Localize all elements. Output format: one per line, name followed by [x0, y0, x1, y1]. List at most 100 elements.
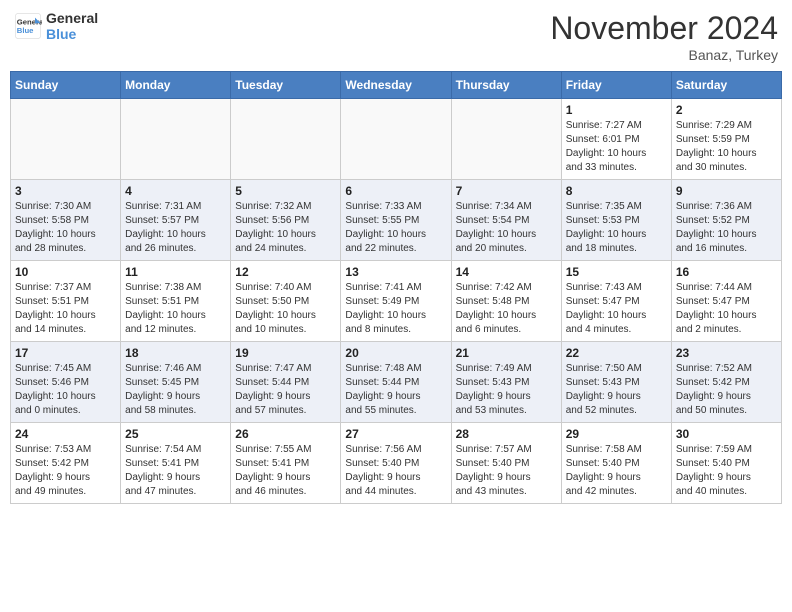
day-number: 6	[345, 184, 446, 198]
day-number: 18	[125, 346, 226, 360]
calendar-cell: 1 Sunrise: 7:27 AM Sunset: 6:01 PM Daylig…	[561, 99, 671, 180]
logo: General Blue General Blue	[14, 10, 98, 42]
day-info: Sunrise: 7:46 AM Sunset: 5:45 PM Dayligh…	[125, 362, 226, 418]
day-number: 15	[566, 265, 667, 279]
calendar-cell: 21 Sunrise: 7:49 AM Sunset: 5:43 PM Dayli…	[451, 342, 561, 423]
day-info: Sunrise: 7:31 AM Sunset: 5:57 PM Dayligh…	[125, 200, 226, 256]
calendar-cell: 28Sunrise: 7:57 AM Sunset: 5:40 PM Dayli…	[451, 423, 561, 504]
calendar-week-row: 10Sunrise: 7:37 AM Sunset: 5:51 PM Dayli…	[11, 261, 782, 342]
day-number: 21	[456, 346, 557, 360]
day-info: Sunrise: 7:41 AM Sunset: 5:49 PM Dayligh…	[345, 281, 446, 337]
day-info: Sunrise: 7:43 AM Sunset: 5:47 PM Dayligh…	[566, 281, 667, 337]
day-number: 29	[566, 427, 667, 441]
day-number: 8	[566, 184, 667, 198]
calendar-cell: 23Sunrise: 7:52 AM Sunset: 5:42 PM Dayli…	[671, 342, 781, 423]
day-info: Sunrise: 7:32 AM Sunset: 5:56 PM Dayligh…	[235, 200, 336, 256]
day-info: Sunrise: 7:52 AM Sunset: 5:42 PM Dayligh…	[676, 362, 777, 418]
day-number: 14	[456, 265, 557, 279]
calendar-cell	[231, 99, 341, 180]
day-number: 17	[15, 346, 116, 360]
day-info: Sunrise: 7:27 AM Sunset: 6:01 PM Dayligh…	[566, 119, 667, 175]
calendar-cell: 30 Sunrise: 7:59 AM Sunset: 5:40 PM Dayli…	[671, 423, 781, 504]
day-info: Sunrise: 7:29 AM Sunset: 5:59 PM Dayligh…	[676, 119, 777, 175]
day-info: Sunrise: 7:33 AM Sunset: 5:55 PM Dayligh…	[345, 200, 446, 256]
calendar-cell: 24 Sunrise: 7:53 AM Sunset: 5:42 PM Dayli…	[11, 423, 121, 504]
calendar-cell: 11 Sunrise: 7:38 AM Sunset: 5:51 PM Dayli…	[121, 261, 231, 342]
day-info: Sunrise: 7:37 AM Sunset: 5:51 PM Dayligh…	[15, 281, 116, 337]
day-info: Sunrise: 7:45 AM Sunset: 5:46 PM Dayligh…	[15, 362, 116, 418]
calendar-cell	[341, 99, 451, 180]
calendar-cell	[11, 99, 121, 180]
calendar-cell: 27 Sunrise: 7:56 AM Sunset: 5:40 PM Dayli…	[341, 423, 451, 504]
day-info: Sunrise: 7:53 AM Sunset: 5:42 PM Dayligh…	[15, 443, 116, 499]
day-info: Sunrise: 7:42 AM Sunset: 5:48 PM Dayligh…	[456, 281, 557, 337]
day-number: 11	[125, 265, 226, 279]
calendar-cell: 29 Sunrise: 7:58 AM Sunset: 5:40 PM Dayli…	[561, 423, 671, 504]
calendar-cell: 18 Sunrise: 7:46 AM Sunset: 5:45 PM Dayli…	[121, 342, 231, 423]
logo-icon: General Blue	[14, 12, 42, 40]
calendar-cell: 5 Sunrise: 7:32 AM Sunset: 5:56 PM Daylig…	[231, 180, 341, 261]
day-info: Sunrise: 7:59 AM Sunset: 5:40 PM Dayligh…	[676, 443, 777, 499]
title-block: November 2024 Banaz, Turkey	[550, 10, 778, 63]
location: Banaz, Turkey	[550, 47, 778, 63]
weekday-header: Thursday	[451, 72, 561, 99]
day-number: 20	[345, 346, 446, 360]
calendar-cell: 9Sunrise: 7:36 AM Sunset: 5:52 PM Daylig…	[671, 180, 781, 261]
day-number: 3	[15, 184, 116, 198]
calendar-cell: 17 Sunrise: 7:45 AM Sunset: 5:46 PM Dayli…	[11, 342, 121, 423]
page-header: General Blue General Blue November 2024 …	[10, 10, 782, 63]
day-info: Sunrise: 7:34 AM Sunset: 5:54 PM Dayligh…	[456, 200, 557, 256]
day-number: 16	[676, 265, 777, 279]
day-info: Sunrise: 7:30 AM Sunset: 5:58 PM Dayligh…	[15, 200, 116, 256]
day-info: Sunrise: 7:38 AM Sunset: 5:51 PM Dayligh…	[125, 281, 226, 337]
calendar-cell: 20Sunrise: 7:48 AM Sunset: 5:44 PM Dayli…	[341, 342, 451, 423]
weekday-header: Monday	[121, 72, 231, 99]
day-number: 30	[676, 427, 777, 441]
day-number: 19	[235, 346, 336, 360]
calendar-cell: 22 Sunrise: 7:50 AM Sunset: 5:43 PM Dayli…	[561, 342, 671, 423]
weekday-header: Saturday	[671, 72, 781, 99]
calendar-cell: 15 Sunrise: 7:43 AM Sunset: 5:47 PM Dayli…	[561, 261, 671, 342]
day-number: 24	[15, 427, 116, 441]
day-info: Sunrise: 7:50 AM Sunset: 5:43 PM Dayligh…	[566, 362, 667, 418]
calendar-week-row: 24 Sunrise: 7:53 AM Sunset: 5:42 PM Dayli…	[11, 423, 782, 504]
calendar-cell	[451, 99, 561, 180]
month-title: November 2024	[550, 10, 778, 47]
calendar-cell: 6 Sunrise: 7:33 AM Sunset: 5:55 PM Daylig…	[341, 180, 451, 261]
day-number: 28	[456, 427, 557, 441]
calendar-cell: 13 Sunrise: 7:41 AM Sunset: 5:49 PM Dayli…	[341, 261, 451, 342]
day-number: 13	[345, 265, 446, 279]
day-info: Sunrise: 7:40 AM Sunset: 5:50 PM Dayligh…	[235, 281, 336, 337]
day-info: Sunrise: 7:36 AM Sunset: 5:52 PM Dayligh…	[676, 200, 777, 256]
day-number: 2	[676, 103, 777, 117]
day-number: 25	[125, 427, 226, 441]
weekday-header: Friday	[561, 72, 671, 99]
day-info: Sunrise: 7:44 AM Sunset: 5:47 PM Dayligh…	[676, 281, 777, 337]
day-info: Sunrise: 7:56 AM Sunset: 5:40 PM Dayligh…	[345, 443, 446, 499]
weekday-header-row: SundayMondayTuesdayWednesdayThursdayFrid…	[11, 72, 782, 99]
day-info: Sunrise: 7:55 AM Sunset: 5:41 PM Dayligh…	[235, 443, 336, 499]
day-info: Sunrise: 7:58 AM Sunset: 5:40 PM Dayligh…	[566, 443, 667, 499]
weekday-header: Tuesday	[231, 72, 341, 99]
logo-line1: General	[46, 10, 98, 26]
calendar-cell: 4Sunrise: 7:31 AM Sunset: 5:57 PM Daylig…	[121, 180, 231, 261]
calendar-cell: 25Sunrise: 7:54 AM Sunset: 5:41 PM Dayli…	[121, 423, 231, 504]
weekday-header: Sunday	[11, 72, 121, 99]
calendar-cell: 10Sunrise: 7:37 AM Sunset: 5:51 PM Dayli…	[11, 261, 121, 342]
weekday-header: Wednesday	[341, 72, 451, 99]
day-number: 12	[235, 265, 336, 279]
calendar-cell: 19Sunrise: 7:47 AM Sunset: 5:44 PM Dayli…	[231, 342, 341, 423]
day-number: 1	[566, 103, 667, 117]
day-number: 5	[235, 184, 336, 198]
day-number: 26	[235, 427, 336, 441]
calendar-cell	[121, 99, 231, 180]
calendar-week-row: 3 Sunrise: 7:30 AM Sunset: 5:58 PM Daylig…	[11, 180, 782, 261]
calendar-week-row: 17 Sunrise: 7:45 AM Sunset: 5:46 PM Dayli…	[11, 342, 782, 423]
day-number: 22	[566, 346, 667, 360]
calendar-cell: 7Sunrise: 7:34 AM Sunset: 5:54 PM Daylig…	[451, 180, 561, 261]
calendar-cell: 3 Sunrise: 7:30 AM Sunset: 5:58 PM Daylig…	[11, 180, 121, 261]
calendar-cell: 8Sunrise: 7:35 AM Sunset: 5:53 PM Daylig…	[561, 180, 671, 261]
calendar-cell: 12 Sunrise: 7:40 AM Sunset: 5:50 PM Dayli…	[231, 261, 341, 342]
day-number: 27	[345, 427, 446, 441]
day-info: Sunrise: 7:49 AM Sunset: 5:43 PM Dayligh…	[456, 362, 557, 418]
